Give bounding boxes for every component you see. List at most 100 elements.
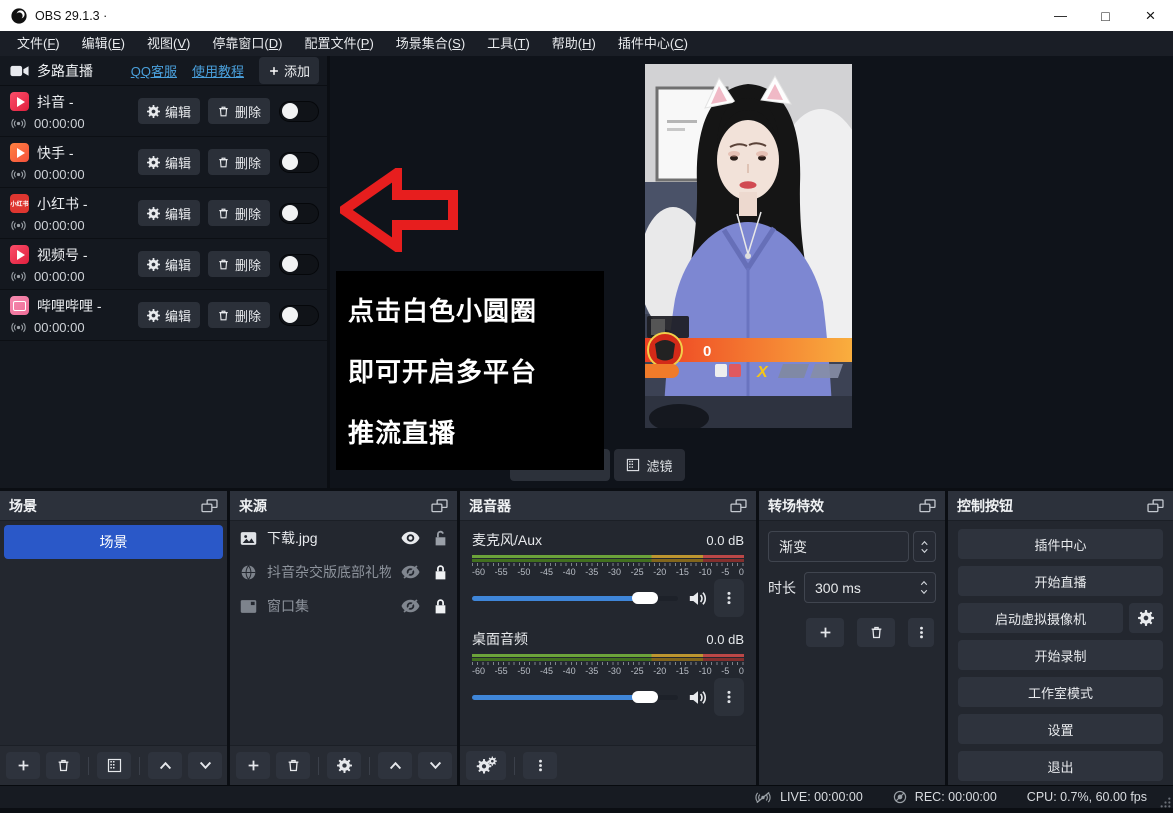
menu-item[interactable]: 视图(V) [136,31,201,56]
audio-options-button[interactable] [714,579,744,617]
edit-stream-button[interactable]: 编辑 [138,200,200,226]
remove-scene-button[interactable] [46,752,80,779]
audio-settings-button[interactable] [466,751,506,780]
resize-grip[interactable] [1160,795,1171,806]
trash-icon [286,758,301,773]
stream-enable-toggle[interactable] [279,254,319,275]
popout-icon[interactable] [201,499,218,513]
add-platform-button[interactable]: 添加 [259,57,319,84]
source-properties-button[interactable] [327,752,361,779]
add-source-button[interactable] [236,752,270,779]
lock-icon[interactable] [434,598,447,615]
qq-support-link[interactable]: QQ客服 [131,61,177,80]
rec-muted-icon [893,790,907,804]
visibility-icon[interactable] [401,599,420,613]
minimize-button[interactable]: — [1038,0,1083,31]
edit-stream-button[interactable]: 编辑 [138,251,200,277]
delete-stream-button[interactable]: 删除 [208,302,270,328]
source-down-button[interactable] [418,752,452,779]
control-button[interactable]: 开始直播 [958,566,1163,596]
speaker-icon[interactable] [688,689,708,706]
sources-title: 来源 [239,496,431,516]
delete-stream-button[interactable]: 删除 [208,251,270,277]
menu-item[interactable]: 编辑(E) [71,31,136,56]
svg-text:X: X [756,364,769,381]
edit-stream-button[interactable]: 编辑 [138,302,200,328]
source-row[interactable]: 下载.jpg [230,521,457,555]
control-button[interactable]: 工作室模式 [958,677,1163,707]
duration-spinbox[interactable]: 300 ms [804,572,936,603]
visibility-icon[interactable] [401,565,420,579]
remove-transition-button[interactable] [857,618,895,647]
multistream-header: 多路直播 QQ客服 使用教程 添加 [0,56,327,86]
gear-icon [147,105,160,118]
slider-handle[interactable] [632,691,658,703]
scene-item[interactable]: 场景 [4,525,223,559]
lock-icon[interactable] [434,564,447,581]
audio-track: 麦克风/Aux 0.0 dB -60-55-50-45-40-35-30-25-… [472,530,744,617]
kebab-menu-icon [533,758,548,773]
add-transition-button[interactable] [806,618,844,647]
source-row[interactable]: 抖音杂交版底部礼物 [230,555,457,589]
menu-item[interactable]: 场景集合(S) [385,31,476,56]
edit-stream-button[interactable]: 编辑 [138,149,200,175]
source-type-icon [240,565,257,580]
popout-icon[interactable] [730,499,747,513]
popout-icon[interactable] [1147,499,1164,513]
lock-icon[interactable] [434,530,447,547]
platform-row: 快手 - 00:00:00 编辑 删除 [0,137,327,188]
maximize-button[interactable]: □ [1083,0,1128,31]
menu-item[interactable]: 插件中心(C) [607,31,699,56]
popout-icon[interactable] [431,499,448,513]
remove-source-button[interactable] [276,752,310,779]
source-type-icon [240,531,257,546]
rec-time: REC: 00:00:00 [915,790,997,804]
stream-duration: 00:00:00 [34,269,85,284]
scene-filters-button[interactable] [97,752,131,779]
meter-tickmarks [472,563,744,566]
audio-options-button[interactable] [714,678,744,716]
control-button[interactable]: 设置 [958,714,1163,744]
virtual-camera-settings-button[interactable] [1129,603,1163,633]
stream-enable-toggle[interactable] [279,101,319,122]
filter-button[interactable]: 滤镜 [614,449,685,481]
control-button[interactable]: 退出 [958,751,1163,781]
popout-icon[interactable] [919,499,936,513]
transition-options-button[interactable] [908,618,934,647]
delete-stream-button[interactable]: 删除 [208,149,270,175]
tutorial-link[interactable]: 使用教程 [192,61,244,80]
menu-item[interactable]: 停靠窗口(D) [201,31,293,56]
stream-enable-toggle[interactable] [279,305,319,326]
volume-slider[interactable] [472,587,678,609]
visibility-icon[interactable] [401,531,420,545]
menu-item[interactable]: 文件(F) [6,31,71,56]
transition-select-spinner[interactable] [913,531,936,562]
menu-item[interactable]: 帮助(H) [541,31,607,56]
close-button[interactable]: × [1128,0,1173,31]
slider-handle[interactable] [632,592,658,604]
stream-enable-toggle[interactable] [279,152,319,173]
menu-item[interactable]: 工具(T) [476,31,541,56]
gear-icon [337,758,352,773]
meter-tickmarks [472,662,744,665]
menu-item[interactable]: 配置文件(P) [293,31,384,56]
control-button[interactable]: 开始录制 [958,640,1163,670]
scene-down-button[interactable] [188,752,222,779]
delete-stream-button[interactable]: 删除 [208,98,270,124]
add-scene-button[interactable] [6,752,40,779]
speaker-icon[interactable] [688,590,708,607]
scene-up-button[interactable] [148,752,182,779]
edit-stream-button[interactable]: 编辑 [138,98,200,124]
platform-name: 抖音 - [37,92,74,112]
transition-select[interactable]: 渐变 [768,531,909,562]
volume-slider[interactable] [472,686,678,708]
control-button[interactable]: 插件中心 [958,529,1163,559]
platform-name: 小红书 - [37,194,88,214]
control-button[interactable]: 启动虚拟摄像机 [958,603,1123,633]
source-row[interactable]: 窗口集 [230,589,457,623]
delete-stream-button[interactable]: 删除 [208,200,270,226]
trash-icon [217,258,230,271]
mixer-options-button[interactable] [523,752,557,779]
source-up-button[interactable] [378,752,412,779]
stream-enable-toggle[interactable] [279,203,319,224]
